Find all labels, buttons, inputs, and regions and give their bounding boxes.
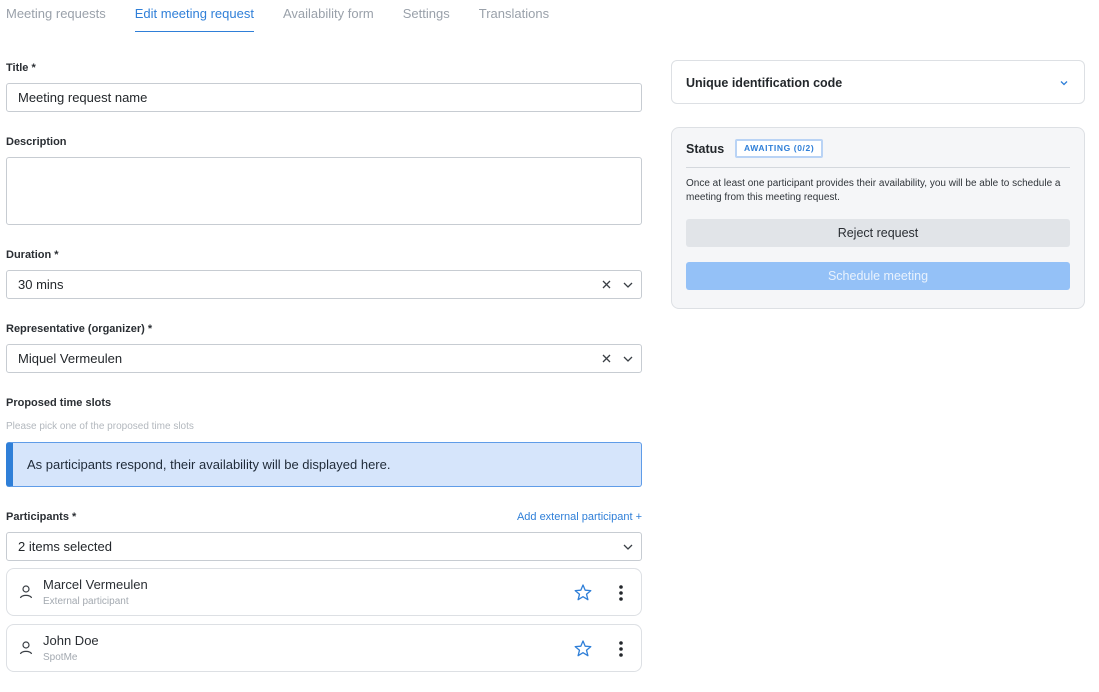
title-label: Title * <box>6 62 36 74</box>
timeslots-label: Proposed time slots <box>6 397 112 409</box>
tab-edit-meeting-request[interactable]: Edit meeting request <box>134 0 254 32</box>
schedule-meeting-button[interactable]: Schedule meeting <box>686 262 1070 290</box>
divider <box>686 167 1070 168</box>
description-label: Description <box>6 136 67 148</box>
tab-translations[interactable]: Translations <box>479 0 549 32</box>
add-external-participant-link[interactable]: Add external participant + <box>517 511 642 523</box>
tab-meeting-requests[interactable]: Meeting requests <box>6 0 106 32</box>
title-input[interactable]: Meeting request name <box>6 83 642 112</box>
representative-label: Representative (organizer) * <box>6 323 153 335</box>
timeslots-info-banner: As participants respond, their availabil… <box>6 442 642 487</box>
description-textarea[interactable] <box>6 157 642 225</box>
chevron-down-icon[interactable] <box>623 280 633 290</box>
participant-subtitle: External participant <box>43 596 129 607</box>
representative-select[interactable]: Miquel Vermeulen <box>6 344 642 373</box>
participants-select-value: 2 items selected <box>18 539 112 554</box>
timeslots-hint: Please pick one of the proposed time slo… <box>6 421 194 432</box>
more-vertical-icon[interactable] <box>613 639 629 659</box>
status-description: Once at least one participant provides t… <box>686 178 1061 203</box>
duration-value: 30 mins <box>18 277 64 292</box>
status-title: Status <box>686 142 725 156</box>
participant-name: Marcel Vermeulen <box>43 577 148 592</box>
participants-label: Participants * <box>6 511 77 523</box>
more-vertical-icon[interactable] <box>613 583 629 603</box>
user-icon <box>19 585 33 599</box>
participant-subtitle: SpotMe <box>43 652 78 663</box>
clear-icon[interactable] <box>601 354 611 364</box>
unique-id-title: Unique identification code <box>686 76 843 90</box>
unique-id-accordion[interactable]: Unique identification code <box>671 60 1085 104</box>
duration-select[interactable]: 30 mins <box>6 270 642 299</box>
reject-request-button[interactable]: Reject request <box>686 219 1070 247</box>
status-card: Status AWAITING (0/2) Once at least one … <box>671 127 1085 309</box>
tab-availability-form[interactable]: Availability form <box>283 0 374 32</box>
tab-bar: Meeting requests Edit meeting request Av… <box>6 0 578 32</box>
participant-name: John Doe <box>43 633 99 648</box>
duration-label: Duration * <box>6 249 59 261</box>
clear-icon[interactable] <box>601 280 611 290</box>
status-badge: AWAITING (0/2) <box>735 139 824 158</box>
participant-card: Marcel Vermeulen External participant <box>6 568 642 616</box>
chevron-down-icon[interactable] <box>623 542 633 552</box>
star-icon[interactable] <box>573 639 593 659</box>
star-icon[interactable] <box>573 583 593 603</box>
chevron-down-icon[interactable] <box>1058 77 1070 89</box>
chevron-down-icon[interactable] <box>623 354 633 364</box>
participants-select[interactable]: 2 items selected <box>6 532 642 561</box>
representative-value: Miquel Vermeulen <box>18 351 123 366</box>
participant-card: John Doe SpotMe <box>6 624 642 672</box>
user-icon <box>19 641 33 655</box>
tab-settings[interactable]: Settings <box>403 0 450 32</box>
